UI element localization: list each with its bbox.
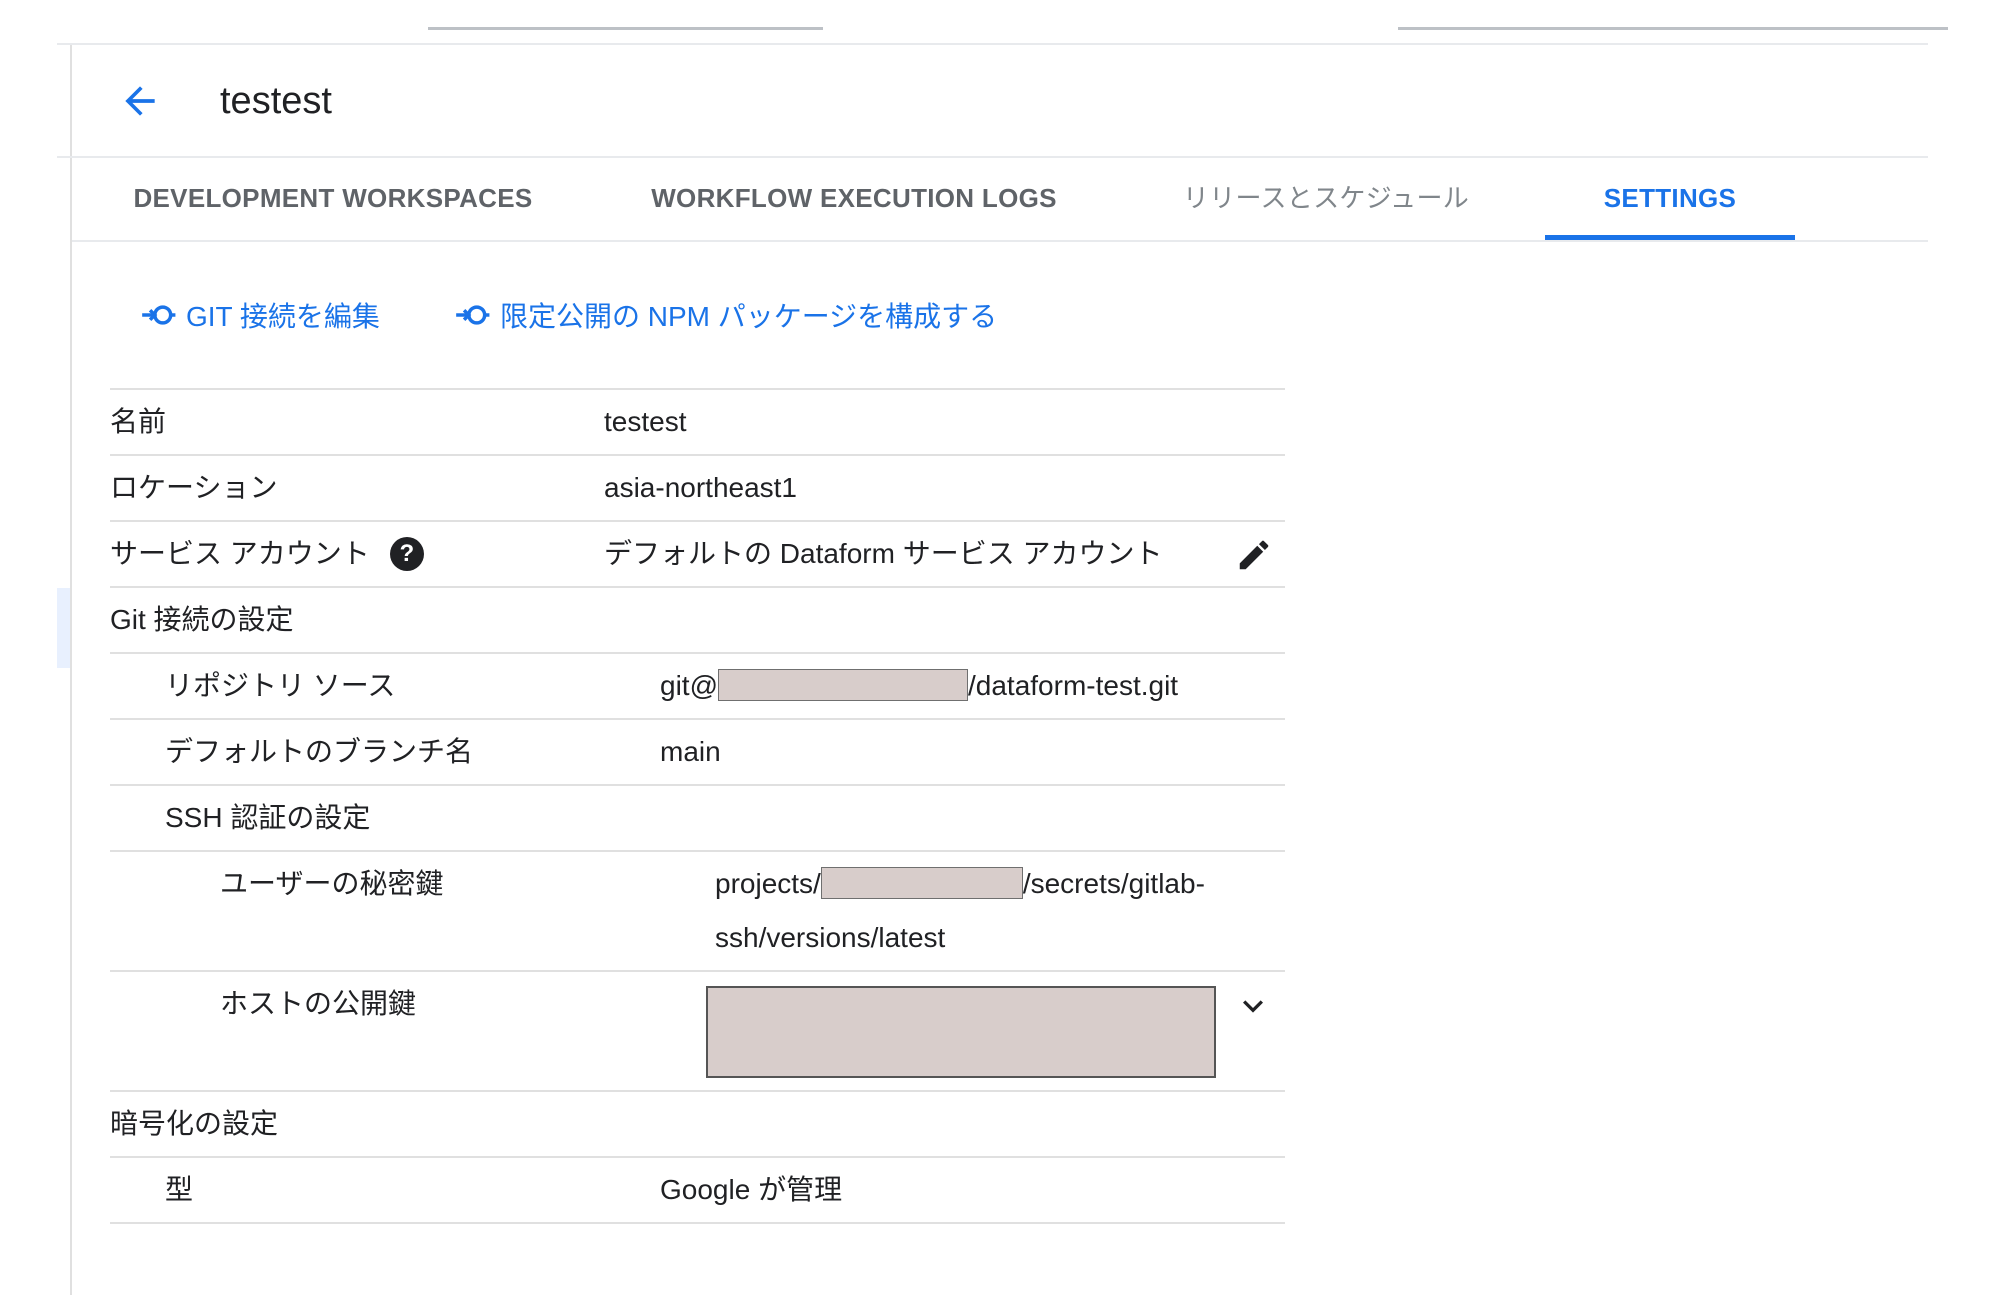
- detail-label-name: 名前: [110, 406, 167, 437]
- tab-settings[interactable]: SETTINGS: [1545, 158, 1795, 240]
- chevron-down-icon[interactable]: [1233, 986, 1273, 1026]
- detail-section-encryption-settings: 暗号化の設定: [110, 1092, 1285, 1158]
- detail-value-service-account: デフォルトの Dataform サービス アカウント: [604, 538, 1163, 569]
- detail-section-git-settings: Git 接続の設定: [110, 588, 1285, 654]
- detail-section-ssh-settings: SSH 認証の設定: [110, 786, 1285, 852]
- pencil-icon[interactable]: [1235, 536, 1273, 574]
- detail-row-default-branch: デフォルトのブランチ名 main: [110, 720, 1285, 786]
- repository-source-suffix: /dataform-test.git: [968, 670, 1179, 701]
- detail-label-service-account: サービス アカウント?: [110, 522, 424, 586]
- detail-label-location: ロケーション: [110, 472, 278, 503]
- detail-value-location: asia-northeast1: [604, 472, 798, 503]
- detail-row-name: 名前 testest: [110, 390, 1285, 456]
- settings-actions: GIT 接続を編集 限定公開の NPM パッケージを構成する: [138, 290, 997, 340]
- private-key-prefix: projects/: [715, 868, 821, 899]
- detail-label-ssh-settings: SSH 認証の設定: [165, 802, 371, 833]
- tab-bar: DEVELOPMENT WORKSPACES WORKFLOW EXECUTIO…: [72, 158, 1928, 242]
- link-input-icon: [138, 295, 178, 335]
- detail-row-user-private-key: ユーザーの秘密鍵 projects//secrets/gitlab-ssh/ve…: [110, 852, 1285, 972]
- help-icon[interactable]: ?: [389, 536, 424, 571]
- detail-row-host-public-key: ホストの公開鍵: [110, 972, 1285, 1092]
- detail-label-host-public-key: ホストの公開鍵: [220, 988, 417, 1019]
- detail-label-encryption-settings: 暗号化の設定: [110, 1108, 279, 1139]
- back-button[interactable]: [112, 73, 168, 129]
- repository-source-prefix: git@: [660, 670, 718, 701]
- detail-label-repository-source: リポジトリ ソース: [165, 670, 396, 701]
- tab-releases-and-schedules[interactable]: リリースとスケジュール: [1166, 158, 1486, 238]
- detail-row-repository-source: リポジトリ ソース git@ /dataform-test.git: [110, 654, 1285, 720]
- redacted-host-public-key: [706, 986, 1216, 1078]
- detail-row-location: ロケーション asia-northeast1: [110, 456, 1285, 522]
- page-header: testest: [72, 45, 1928, 157]
- detail-label-user-private-key: ユーザーの秘密鍵: [220, 868, 444, 899]
- arrow-left-icon: [125, 86, 155, 116]
- top-decor-line-right: [1398, 27, 1948, 30]
- detail-value-user-private-key: projects//secrets/gitlab-ssh/versions/la…: [715, 857, 1275, 965]
- git-settings-label-text: Git 接続の設定: [110, 604, 294, 635]
- detail-label-default-branch: デフォルトのブランチ名: [165, 736, 474, 767]
- page-title: testest: [220, 80, 332, 122]
- configure-npm-packages-link[interactable]: 限定公開の NPM パッケージを構成する: [452, 295, 997, 335]
- edit-git-connection-link[interactable]: GIT 接続を編集: [138, 295, 380, 335]
- detail-row-encryption-type: 型 Google が管理: [110, 1158, 1285, 1224]
- left-selection-highlight: [57, 588, 70, 668]
- configure-npm-packages-label: 限定公開の NPM パッケージを構成する: [499, 301, 998, 332]
- detail-value-repository-source: git@ /dataform-test.git: [660, 654, 1178, 718]
- redacted-host: [718, 668, 968, 701]
- top-decor-line-left: [428, 27, 823, 30]
- detail-value-encryption-type: Google が管理: [660, 1174, 843, 1205]
- settings-details-table: 名前 testest ロケーション asia-northeast1 サービス ア…: [110, 388, 1285, 1224]
- redacted-project-id: [820, 866, 1023, 899]
- tab-development-workspaces[interactable]: DEVELOPMENT WORKSPACES: [128, 158, 538, 238]
- edit-git-connection-label: GIT 接続を編集: [186, 301, 380, 332]
- detail-value-default-branch: main: [660, 736, 721, 767]
- service-account-label-text: サービス アカウント: [110, 538, 370, 569]
- detail-label-git-settings: Git 接続の設定: [110, 588, 294, 652]
- link-input-icon: [452, 295, 492, 335]
- detail-row-service-account: サービス アカウント? デフォルトの Dataform サービス アカウント: [110, 522, 1285, 588]
- detail-value-name: testest: [604, 406, 687, 437]
- detail-label-encryption-type: 型: [165, 1174, 194, 1205]
- tab-workflow-execution-logs[interactable]: WORKFLOW EXECUTION LOGS: [642, 158, 1066, 238]
